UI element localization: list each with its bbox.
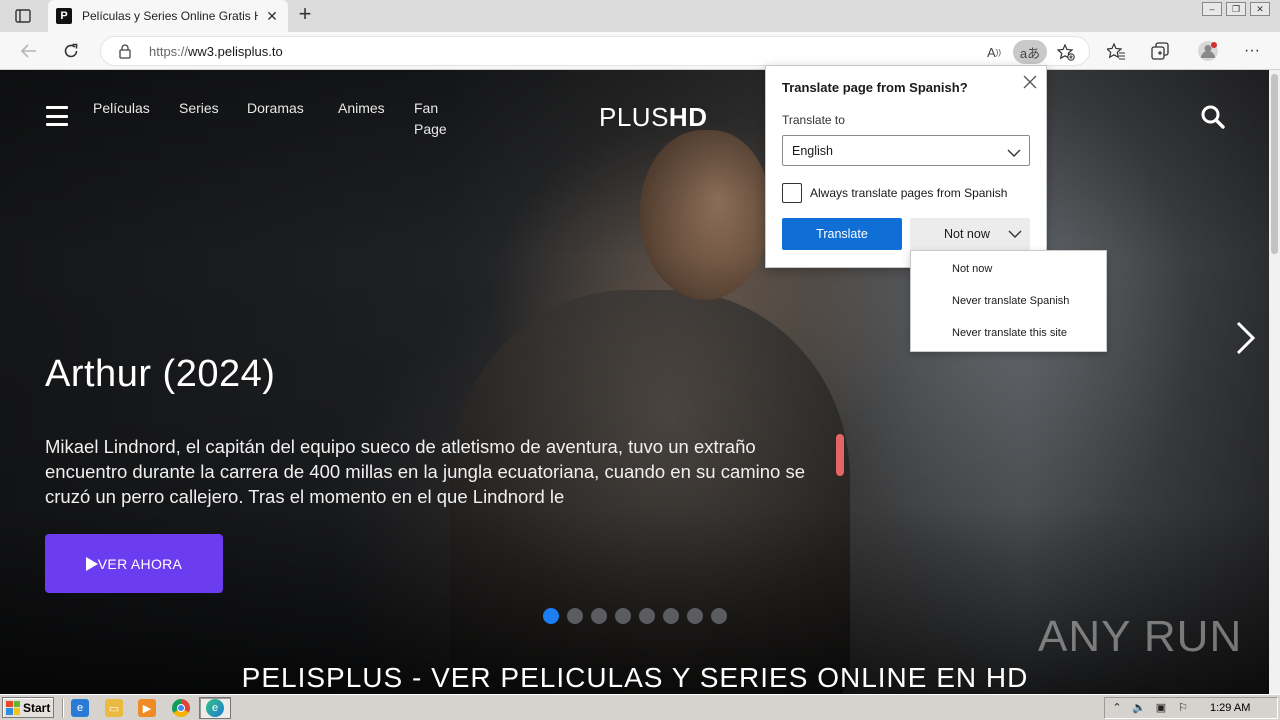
language-select[interactable]: English xyxy=(782,135,1030,166)
not-now-label: Not now xyxy=(944,227,990,241)
url-scheme: https:// xyxy=(149,44,189,59)
carousel-dot[interactable] xyxy=(543,608,559,624)
nav-link-peliculas[interactable]: Películas xyxy=(93,98,150,119)
carousel-dot[interactable] xyxy=(663,608,679,624)
nav-link-fan-word: Fan xyxy=(414,100,439,116)
menu-item-never-translate-site[interactable]: Never translate this site xyxy=(952,327,1067,339)
network-icon[interactable]: ▣ xyxy=(1154,701,1168,715)
collections-icon[interactable] xyxy=(1146,39,1174,63)
taskbar-separator xyxy=(62,698,64,718)
lock-icon[interactable] xyxy=(119,44,131,64)
menu-item-never-translate-spanish[interactable]: Never translate Spanish xyxy=(952,295,1069,307)
new-tab-button[interactable]: + xyxy=(294,3,316,26)
start-button[interactable]: Start xyxy=(2,697,54,718)
restore-icon[interactable]: ❐ xyxy=(1226,2,1246,16)
url-host: ww3.pelisplus.to xyxy=(188,44,283,59)
close-window-icon[interactable]: ✕ xyxy=(1250,2,1270,16)
carousel-pagination xyxy=(543,608,727,624)
logo-plus-text: PLUS xyxy=(599,102,669,132)
site-favicon-icon: P xyxy=(56,8,72,24)
site-header: Películas Series Doramas Animes Fan Page … xyxy=(0,70,1280,160)
refresh-icon[interactable] xyxy=(58,39,84,63)
site-logo[interactable]: PLUSHD xyxy=(599,102,707,133)
watermark-text: ANY RUN xyxy=(1038,612,1243,661)
description-scroll-indicator[interactable] xyxy=(836,434,844,476)
carousel-dot[interactable] xyxy=(711,608,727,624)
logo-hd-text: HD xyxy=(668,102,708,132)
nav-link-fan-page[interactable]: Fan Page xyxy=(414,98,447,140)
tab-close-icon[interactable]: ✕ xyxy=(264,8,280,25)
back-arrow-icon[interactable] xyxy=(16,39,42,63)
nav-link-doramas[interactable]: Doramas xyxy=(247,98,304,119)
nav-link-page-word: Page xyxy=(414,121,447,137)
carousel-dot[interactable] xyxy=(687,608,703,624)
hero-movie-title: Arthur (2024) xyxy=(45,353,276,395)
not-now-button[interactable]: Not now xyxy=(910,218,1030,250)
favorites-icon[interactable] xyxy=(1102,39,1130,63)
translate-popup: Translate page from Spanish? Translate t… xyxy=(765,65,1047,268)
close-icon[interactable] xyxy=(1022,74,1038,90)
always-translate-label[interactable]: Always translate pages from Spanish xyxy=(810,186,1007,200)
watch-now-label: VER AHORA xyxy=(97,555,183,572)
nav-link-animes[interactable]: Animes xyxy=(338,98,385,119)
start-label: Start xyxy=(23,700,51,715)
windows-taskbar: Start e ▭ ▶ e ⌃ 🔈 ▣ ⚐ 1:29 AM xyxy=(0,694,1280,720)
url-text[interactable]: https://ww3.pelisplus.to xyxy=(149,44,283,59)
chevron-down-icon xyxy=(1008,228,1022,242)
windows-logo-icon xyxy=(6,700,20,715)
menu-item-not-now[interactable]: Not now xyxy=(952,263,992,275)
tray-expand-icon[interactable]: ⌃ xyxy=(1110,701,1124,715)
address-bar[interactable]: https://ww3.pelisplus.to A)) aあ xyxy=(100,36,1090,66)
edge-icon[interactable]: e xyxy=(206,699,224,717)
file-explorer-icon[interactable]: ▭ xyxy=(105,699,123,717)
webpage: Películas Series Doramas Animes Fan Page … xyxy=(0,70,1280,694)
profile-avatar-icon[interactable] xyxy=(1194,39,1222,63)
carousel-dot[interactable] xyxy=(567,608,583,624)
browser-toolbar: https://ww3.pelisplus.to A)) aあ ··· xyxy=(0,32,1280,70)
add-favorite-icon[interactable] xyxy=(1053,40,1079,64)
anyrun-watermark: ANY RUN xyxy=(1038,612,1242,662)
always-translate-checkbox[interactable] xyxy=(782,183,802,203)
taskbar-clock[interactable]: 1:29 AM xyxy=(1210,702,1250,714)
language-select-value: English xyxy=(792,144,833,158)
more-options-icon[interactable]: ··· xyxy=(1238,39,1266,63)
tab-title: Películas y Series Online Gratis HD xyxy=(82,9,258,23)
translate-to-label: Translate to xyxy=(782,113,845,127)
window-controls: – ❐ ✕ xyxy=(1202,2,1270,16)
tab-actions-icon[interactable] xyxy=(10,6,36,26)
speaker-icon[interactable]: 🔈 xyxy=(1132,701,1146,715)
page-scrollbar[interactable] xyxy=(1269,70,1280,694)
chrome-icon[interactable] xyxy=(172,699,190,717)
chevron-down-icon xyxy=(1007,145,1021,163)
not-now-dropdown-menu: Not now Never translate Spanish Never tr… xyxy=(910,250,1107,352)
carousel-dot[interactable] xyxy=(615,608,631,624)
system-tray: ⌃ 🔈 ▣ ⚐ 1:29 AM xyxy=(1104,697,1278,719)
media-player-icon[interactable]: ▶ xyxy=(138,699,156,717)
hamburger-menu-icon[interactable] xyxy=(46,106,68,126)
scrollbar-thumb[interactable] xyxy=(1271,74,1278,254)
internet-explorer-icon[interactable]: e xyxy=(71,699,89,717)
search-icon[interactable] xyxy=(1200,104,1226,130)
read-aloud-icon[interactable]: A)) xyxy=(981,40,1007,64)
nav-link-series[interactable]: Series xyxy=(179,98,219,119)
watch-now-button[interactable]: VER AHORA xyxy=(45,534,223,593)
browser-tab-active[interactable]: P Películas y Series Online Gratis HD ✕ xyxy=(48,0,288,32)
minimize-icon[interactable]: – xyxy=(1202,2,1222,16)
browser-tab-bar: P Películas y Series Online Gratis HD ✕ … xyxy=(0,0,1280,32)
translate-icon[interactable]: aあ xyxy=(1013,40,1047,64)
next-slide-chevron-icon[interactable] xyxy=(1232,320,1258,356)
flag-icon[interactable]: ⚐ xyxy=(1176,701,1190,715)
section-heading: PELISPLUS - VER PELICULAS Y SERIES ONLIN… xyxy=(241,662,1029,693)
translate-button[interactable]: Translate xyxy=(782,218,902,250)
hero-movie-description: Mikael Lindnord, el capitán del equipo s… xyxy=(45,436,806,507)
play-icon xyxy=(85,556,98,571)
carousel-dot[interactable] xyxy=(591,608,607,624)
translate-popup-title: Translate page from Spanish? xyxy=(782,80,968,95)
carousel-dot[interactable] xyxy=(639,608,655,624)
